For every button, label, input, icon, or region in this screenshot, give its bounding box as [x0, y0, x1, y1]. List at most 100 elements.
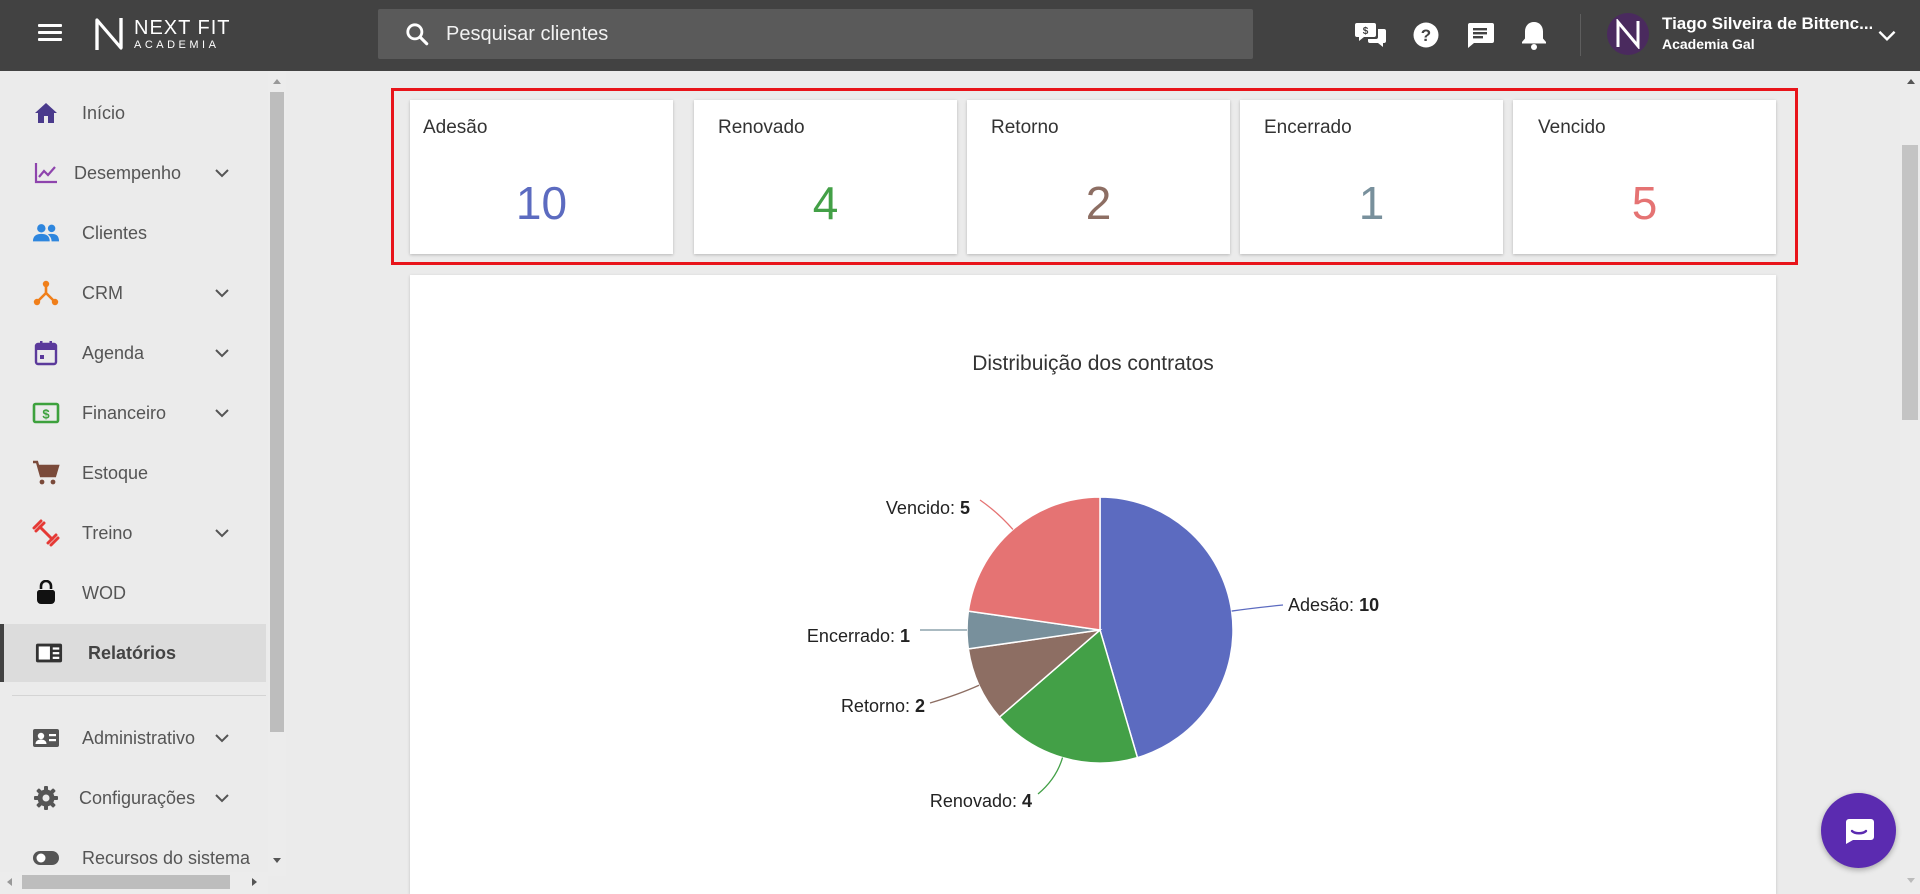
messages-icon[interactable] [1463, 18, 1497, 52]
sidebar-item-treino[interactable]: Treino [0, 504, 266, 562]
pie-data-label: Retorno: 2 [841, 696, 925, 716]
sidebar-item-label: WOD [82, 582, 126, 603]
pie-connector-line [929, 684, 980, 704]
people-icon [32, 219, 60, 247]
chevron-down-icon[interactable] [210, 726, 234, 750]
chevron-down-icon[interactable] [1874, 22, 1900, 48]
scroll-up-arrow-icon[interactable] [271, 76, 283, 86]
search-bar[interactable] [378, 9, 1253, 59]
pie-data-label: Encerrado: 1 [807, 626, 910, 646]
sidebar-item-label: Configurações [79, 787, 196, 808]
chevron-down-icon[interactable] [210, 521, 234, 545]
pie-connector-line [1037, 757, 1064, 795]
user-name: Tiago Silveira de Bittenc... [1662, 14, 1872, 33]
sidebar-item-relatorios[interactable]: Relatórios [0, 624, 266, 682]
notifications-bell-icon[interactable] [1517, 18, 1551, 52]
finance-chat-icon[interactable]: $ [1354, 18, 1388, 52]
avatar[interactable] [1607, 13, 1649, 55]
sidebar-item-label: Agenda [82, 342, 145, 363]
sidebar-item-label: Desempenho [74, 162, 182, 183]
chart-line-icon [32, 159, 60, 187]
sidebar-scrollbar-thumb[interactable] [270, 92, 284, 732]
search-input[interactable] [446, 22, 1206, 46]
logo-n-icon [95, 18, 123, 50]
chevron-down-icon[interactable] [210, 401, 234, 425]
stat-card-renovado[interactable]: Renovado 4 [694, 100, 957, 254]
stat-card-retorno[interactable]: Retorno 2 [967, 100, 1230, 254]
stat-label: Vencido [1538, 117, 1606, 138]
crm-hub-icon [32, 279, 60, 307]
sidebar-item-estoque[interactable]: Estoque [0, 444, 266, 502]
stat-card-vencido[interactable]: Vencido 5 [1513, 100, 1776, 254]
sidebar-horizontal-scrollbar-thumb[interactable] [22, 875, 230, 889]
sidebar-item-configuracoes[interactable]: Configurações [0, 769, 266, 827]
svg-text:$: $ [1363, 26, 1369, 37]
gear-icon [32, 784, 60, 812]
search-icon [406, 23, 429, 46]
chevron-down-icon[interactable] [210, 281, 234, 305]
sidebar-item-administrativo[interactable]: Administrativo [0, 709, 266, 767]
sidebar-item-financeiro[interactable]: $ Financeiro [0, 384, 266, 442]
pie-connector-line [979, 499, 1014, 530]
sidebar-item-label: Treino [82, 522, 133, 543]
sidebar-item-label: Recursos do sistema [82, 847, 251, 868]
pie-slice-vencido[interactable] [967, 496, 1101, 631]
svg-text:$: $ [42, 407, 50, 422]
stat-value: 10 [515, 177, 568, 229]
logo-line2: ACADEMIA [134, 38, 220, 51]
scroll-up-arrow-icon[interactable] [1905, 76, 1917, 86]
sidebar-item-label: Estoque [82, 462, 149, 483]
stat-label: Renovado [718, 117, 805, 138]
pie-chart: Adesão: 10 Renovado: 4 Retorno: 2 Encerrado… [807, 496, 1379, 811]
logo-line1: NEXT FIT [134, 16, 231, 39]
chart-card: Distribuição dos contratos Adesão: 10 Ren… [410, 275, 1776, 894]
stat-label: Adesão [423, 117, 488, 138]
pie-data-label: Renovado: 4 [930, 791, 1032, 811]
scroll-down-arrow-icon[interactable] [271, 856, 283, 866]
sidebar-item-label: Administrativo [82, 727, 196, 748]
sidebar-item-label: Início [82, 102, 126, 123]
sidebar-item-clientes[interactable]: Clientes [0, 204, 266, 262]
sidebar-item-label: Relatórios [88, 642, 177, 663]
chevron-down-icon[interactable] [210, 786, 234, 810]
dumbbell-icon [32, 519, 60, 547]
report-icon [35, 639, 63, 667]
sidebar-item-label: CRM [82, 282, 123, 303]
sidebar-item-wod[interactable]: WOD [0, 564, 266, 622]
sidebar: Início Desempenho Clientes CRM Agenda $ … [0, 71, 268, 894]
scroll-down-arrow-icon[interactable] [1905, 876, 1917, 886]
stat-card-encerrado[interactable]: Encerrado 1 [1240, 100, 1503, 254]
sidebar-item-label: Financeiro [82, 402, 167, 423]
id-card-icon [32, 724, 60, 752]
chevron-down-icon[interactable] [210, 161, 234, 185]
hamburger-menu-icon[interactable] [34, 20, 66, 52]
main-scrollbar-thumb[interactable] [1902, 145, 1918, 420]
top-bar: NEXT FIT ACADEMIA $ ? [0, 0, 1920, 71]
scroll-right-arrow-icon[interactable] [250, 876, 260, 888]
sidebar-item-crm[interactable]: CRM [0, 264, 266, 322]
cart-icon [32, 459, 60, 487]
home-icon [32, 99, 60, 127]
stat-value: 5 [1631, 177, 1658, 229]
sidebar-divider [12, 695, 266, 696]
pie-data-label: Adesão: 10 [1288, 595, 1379, 615]
user-info[interactable]: Tiago Silveira de Bittenc... Academia Ga… [1662, 14, 1872, 52]
kettlebell-icon [32, 579, 60, 607]
money-icon: $ [32, 399, 60, 427]
stat-value: 4 [812, 177, 839, 229]
stat-card-adesao[interactable]: Adesão 10 [410, 100, 673, 254]
chat-support-button[interactable] [1821, 793, 1896, 868]
stat-value: 2 [1085, 177, 1112, 229]
scroll-left-arrow-icon[interactable] [4, 876, 14, 888]
chevron-down-icon[interactable] [210, 341, 234, 365]
sidebar-item-inicio[interactable]: Início [0, 84, 266, 142]
chat-bubble-icon [1845, 818, 1874, 844]
logo[interactable]: NEXT FIT ACADEMIA [94, 15, 231, 53]
sidebar-item-desempenho[interactable]: Desempenho [0, 144, 266, 202]
help-icon[interactable]: ? [1409, 18, 1443, 52]
sidebar-item-label: Clientes [82, 222, 148, 243]
sidebar-item-agenda[interactable]: Agenda [0, 324, 266, 382]
pie-data-label: Vencido: 5 [886, 498, 970, 518]
calendar-icon [32, 339, 60, 367]
header-divider [1580, 14, 1581, 56]
